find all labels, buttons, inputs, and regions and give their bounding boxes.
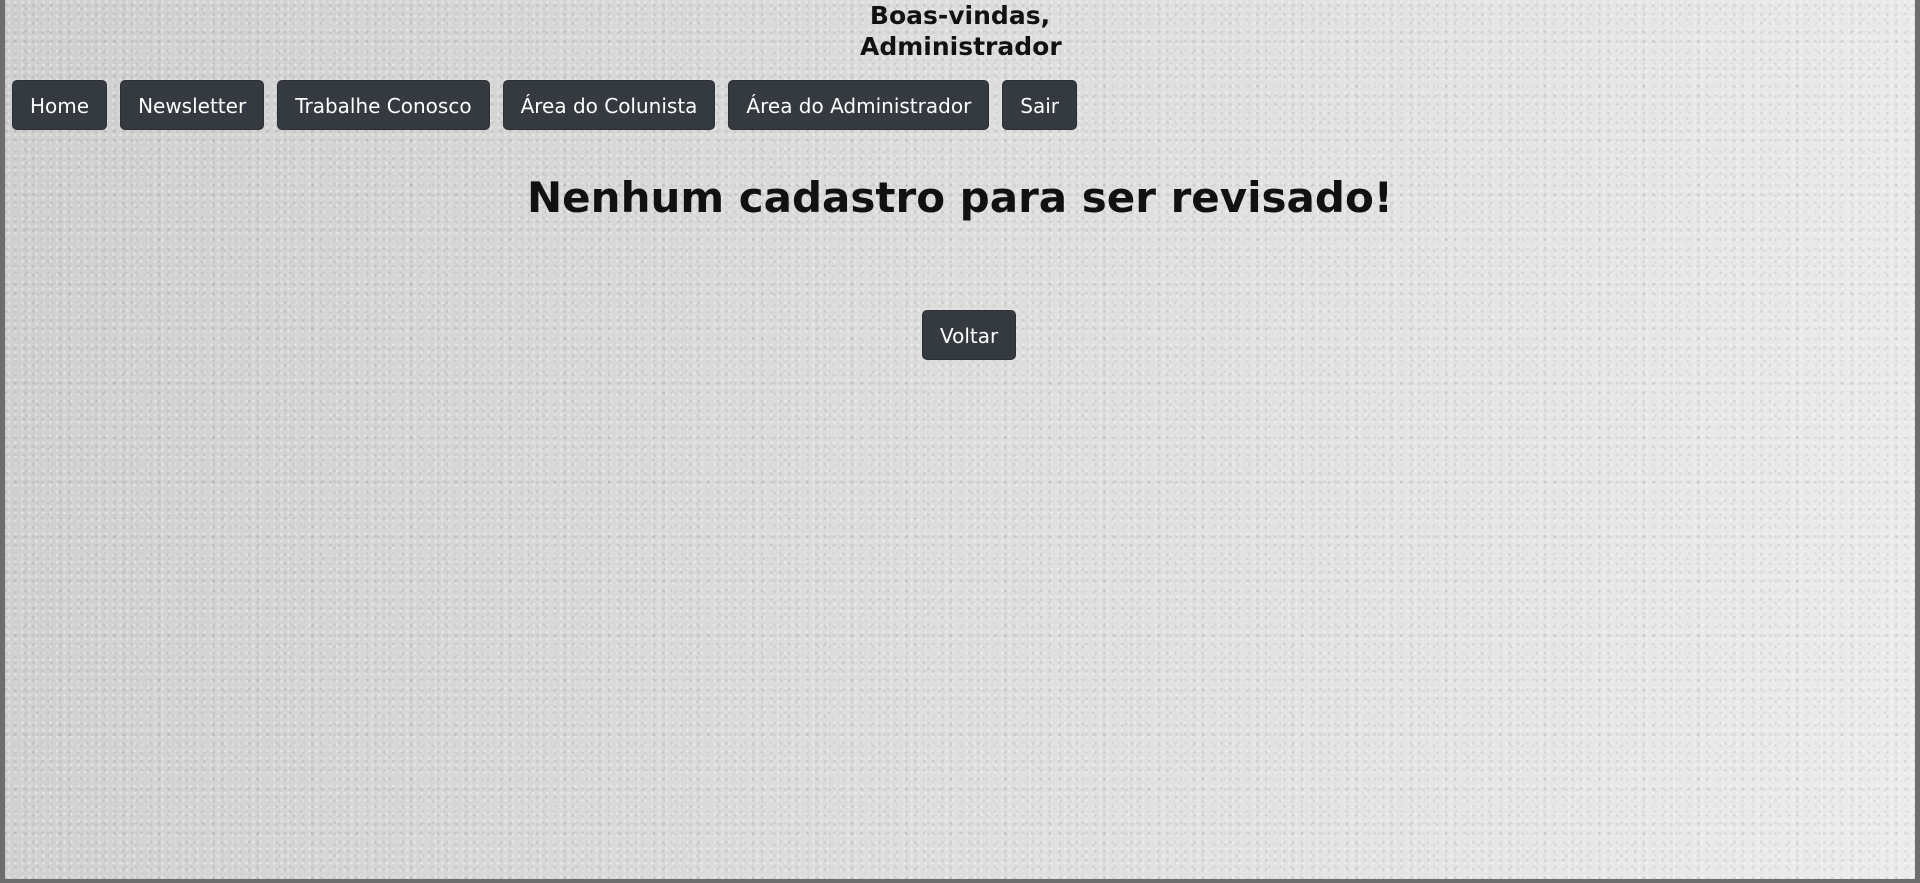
welcome-user-name: Administrador: [860, 32, 1062, 61]
welcome-header: Boas-vindas, Administrador: [860, 0, 1062, 62]
window-frame: [0, 0, 1920, 883]
empty-state-message: Nenhum cadastro para ser revisado!: [527, 173, 1393, 222]
nav-trabalhe-conosco-button[interactable]: Trabalhe Conosco: [277, 80, 490, 130]
back-button[interactable]: Voltar: [922, 310, 1017, 360]
nav-home-button[interactable]: Home: [12, 80, 108, 130]
nav-newsletter-button[interactable]: Newsletter: [120, 80, 265, 130]
back-button-container: Voltar: [922, 310, 1017, 360]
welcome-greeting: Boas-vindas,: [869, 1, 1051, 30]
main-nav: Home Newsletter Trabalhe Conosco Área do…: [12, 80, 1078, 130]
nav-area-administrador-button[interactable]: Área do Administrador: [728, 80, 990, 130]
nav-area-colunista-button[interactable]: Área do Colunista: [502, 80, 716, 130]
nav-sair-button[interactable]: Sair: [1002, 80, 1078, 130]
